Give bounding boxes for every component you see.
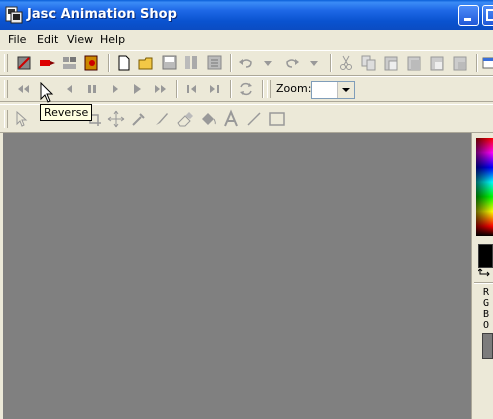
toolbar-grip[interactable]: [4, 80, 8, 98]
toolbar-grip[interactable]: [267, 80, 271, 98]
paste-icon[interactable]: [382, 53, 402, 73]
last-frame-icon[interactable]: [150, 79, 170, 99]
window-title: Jasc Animation Shop: [27, 7, 177, 22]
fill-tool-icon[interactable]: [198, 109, 218, 129]
cut-icon[interactable]: [336, 53, 356, 73]
window-icon[interactable]: [480, 53, 493, 73]
undo-dropdown-icon[interactable]: [258, 53, 278, 73]
title-bar[interactable]: Jasc Animation Shop: [0, 0, 493, 30]
channel-o-label: O: [483, 320, 490, 331]
menu-view[interactable]: View: [67, 33, 93, 46]
optimization-wizard-icon[interactable]: [60, 53, 80, 73]
vcr-toolbar: Zoom:: [0, 76, 493, 102]
zoom-dropdown[interactable]: [311, 81, 355, 99]
chevron-down-icon[interactable]: [337, 82, 354, 98]
menu-bar: File Edit View Help: [0, 30, 493, 51]
export-icon[interactable]: [205, 53, 225, 73]
redo-icon[interactable]: [282, 53, 302, 73]
line-tool-icon[interactable]: [244, 109, 264, 129]
channel-b-label: B: [483, 309, 490, 320]
foreground-color-swatch[interactable]: [478, 244, 493, 268]
swap-colors-icon[interactable]: [477, 267, 492, 280]
save-frames-icon[interactable]: [182, 53, 202, 73]
current-color-preview: [482, 333, 493, 359]
dropper-tool-icon[interactable]: [129, 109, 149, 129]
channel-r-label: R: [483, 287, 490, 298]
video-wizard-icon[interactable]: [82, 53, 102, 73]
first-frame-icon[interactable]: [14, 79, 34, 99]
save-icon[interactable]: [160, 53, 180, 73]
minimize-button[interactable]: [458, 5, 479, 26]
previous-frame-icon[interactable]: [60, 79, 80, 99]
workspace[interactable]: [0, 133, 471, 419]
step-forward-icon[interactable]: [204, 79, 224, 99]
menu-help[interactable]: Help: [100, 33, 125, 46]
toolbar-grip[interactable]: [4, 110, 8, 128]
eraser-tool-icon[interactable]: [175, 109, 195, 129]
animation-wizard-icon[interactable]: [14, 53, 34, 73]
next-frame-icon[interactable]: [105, 79, 125, 99]
paste-as-new-icon[interactable]: [405, 53, 425, 73]
open-folder-icon[interactable]: [137, 53, 157, 73]
standard-toolbar: [0, 50, 493, 76]
redo-dropdown-icon[interactable]: [304, 53, 324, 73]
copy-icon[interactable]: [359, 53, 379, 73]
menu-edit[interactable]: Edit: [37, 33, 58, 46]
new-document-icon[interactable]: [114, 53, 134, 73]
zoom-label: Zoom:: [276, 82, 312, 95]
text-tool-icon[interactable]: [221, 109, 241, 129]
maximize-button[interactable]: [482, 5, 493, 26]
rgbo-readout: R G B O: [483, 287, 489, 331]
paintbrush-tool-icon[interactable]: [152, 109, 172, 129]
toolbar-grip[interactable]: [4, 54, 8, 72]
undo-icon[interactable]: [236, 53, 256, 73]
play-icon[interactable]: [127, 79, 147, 99]
mouse-cursor-icon: [40, 81, 54, 107]
paste-after-icon[interactable]: [451, 53, 471, 73]
step-back-icon[interactable]: [182, 79, 202, 99]
rectangle-tool-icon[interactable]: [267, 109, 287, 129]
paste-before-icon[interactable]: [428, 53, 448, 73]
pointer-tool-icon[interactable]: [12, 109, 32, 129]
loop-icon[interactable]: [236, 79, 256, 99]
channel-g-label: G: [483, 298, 490, 309]
app-icon[interactable]: [5, 6, 23, 24]
menu-file[interactable]: File: [8, 33, 26, 46]
banner-wizard-icon[interactable]: [37, 53, 57, 73]
pause-icon[interactable]: [82, 79, 102, 99]
mover-tool-icon[interactable]: [106, 109, 126, 129]
